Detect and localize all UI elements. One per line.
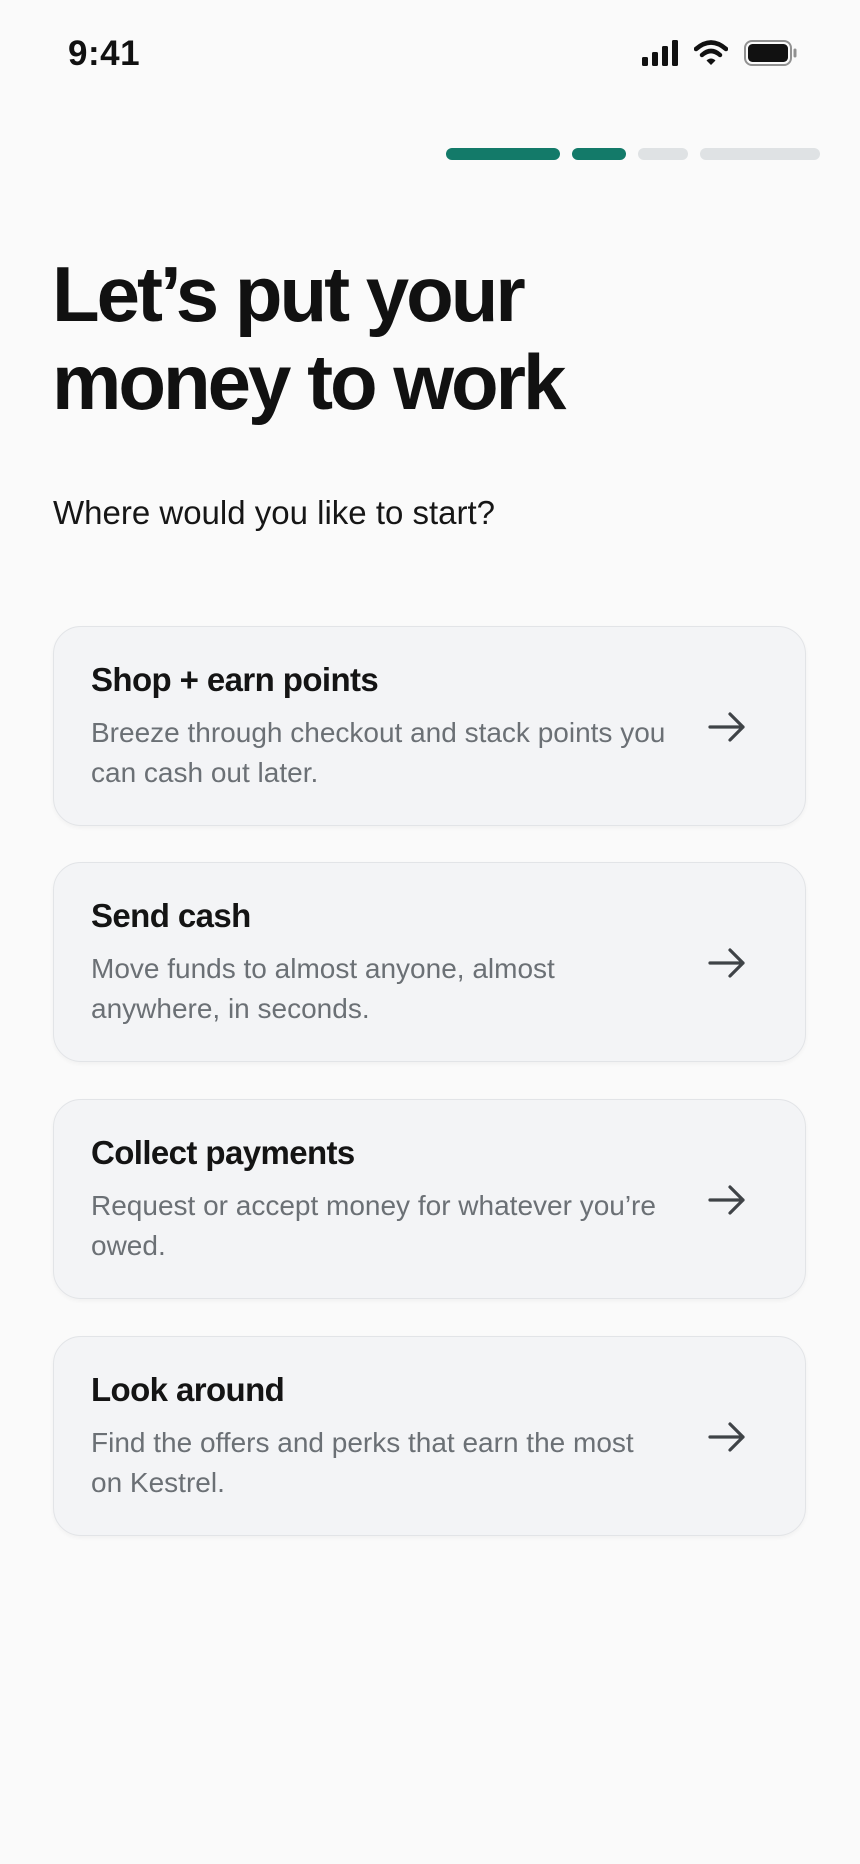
option-card-shop-earn-points[interactable]: Shop + earn points Breeze through checko… <box>53 626 806 826</box>
option-title: Send cash <box>91 897 251 934</box>
arrow-right-icon <box>708 712 745 742</box>
progress-step-3 <box>638 148 688 160</box>
arrow-right-icon <box>708 1185 745 1215</box>
status-icons <box>642 40 798 66</box>
status-time: 9:41 <box>68 34 141 73</box>
option-title: Look around <box>91 1371 285 1408</box>
signal-icon <box>642 40 678 66</box>
option-card-send-cash[interactable]: Send cash Move funds to almost anyone, a… <box>53 862 806 1062</box>
page-title-line-2: money to work <box>52 338 566 426</box>
page-title-line-1: Let’s put your <box>52 250 526 338</box>
progress-step-4 <box>700 148 820 160</box>
page-title: Let’s put your money to work <box>52 250 752 426</box>
option-description: Move funds to almost anyone, almost anyw… <box>91 953 555 1024</box>
option-card-look-around[interactable]: Look around Find the offers and perks th… <box>53 1336 806 1536</box>
option-card-collect-payments[interactable]: Collect payments Request or accept money… <box>53 1099 806 1299</box>
progress-step-1 <box>446 148 560 160</box>
progress-step-2 <box>572 148 626 160</box>
battery-icon <box>744 40 797 66</box>
option-description: Request or accept money for whatever you… <box>91 1190 656 1261</box>
arrow-right-icon <box>708 1422 745 1452</box>
status-bar: 9:41 <box>0 0 860 110</box>
option-description: Breeze through checkout and stack points… <box>91 717 666 788</box>
option-title: Shop + earn points <box>91 661 379 698</box>
option-description: Find the offers and perks that earn the … <box>91 1427 634 1498</box>
arrow-right-icon <box>708 948 745 978</box>
wifi-icon <box>694 40 728 65</box>
option-title: Collect payments <box>91 1134 355 1171</box>
page-subtitle: Where would you like to start? <box>53 494 496 531</box>
